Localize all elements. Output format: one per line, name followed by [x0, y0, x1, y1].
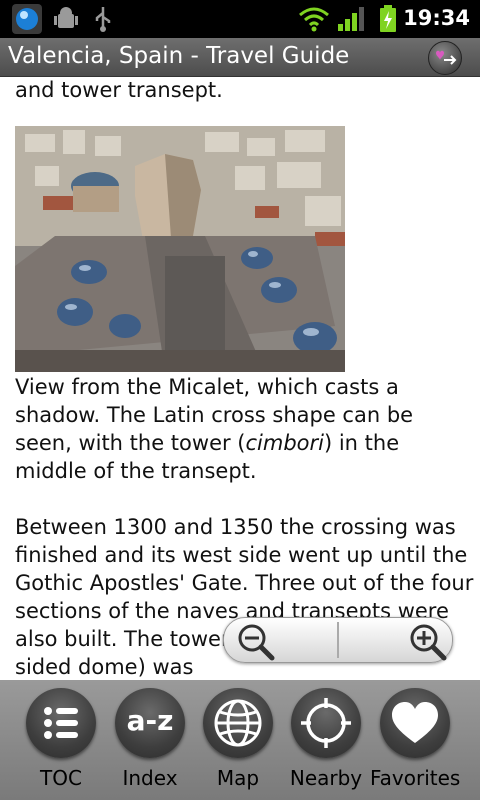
nearby-button[interactable]: Nearby [281, 680, 371, 800]
globe-icon [203, 688, 273, 758]
usb-icon [93, 5, 113, 37]
cathedral-photo [15, 126, 345, 372]
android-debug-icon [54, 6, 78, 36]
app-icon [12, 4, 42, 34]
caption-italic: cimbori [245, 431, 324, 455]
wifi-icon [298, 6, 330, 36]
zoom-in-button[interactable] [338, 618, 452, 662]
clock: 19:34 [403, 6, 470, 30]
status-bar: 19:34 [0, 0, 480, 38]
index-button[interactable]: a-z Index [105, 680, 195, 800]
add-favorite-button[interactable] [428, 41, 462, 75]
list-icon [26, 688, 96, 758]
zoom-out-button[interactable] [224, 618, 338, 662]
map-label: Map [216, 766, 260, 790]
a-z-text: a-z [126, 704, 174, 737]
index-label: Index [122, 766, 178, 790]
nearby-label: Nearby [289, 766, 363, 790]
heart-arrow-icon [436, 50, 457, 65]
zoom-in-icon [410, 624, 447, 661]
photo-caption: View from the Micalet, which casts a sha… [15, 373, 475, 485]
map-button[interactable]: Map [193, 680, 283, 800]
zoom-control [223, 617, 453, 663]
toc-button[interactable]: TOC [16, 680, 106, 800]
article-content[interactable]: and tower transept. View from the Micale… [0, 76, 480, 680]
heart-icon [380, 688, 450, 758]
favorites-button[interactable]: Favorites [370, 680, 460, 800]
toc-label: TOC [40, 766, 82, 790]
favorites-label: Favorites [370, 766, 461, 790]
bottom-toolbar: TOC a-z Index Map Nearby Favorites [0, 680, 480, 800]
title-bar: Valencia, Spain - Travel Guide [0, 38, 480, 77]
paragraph-fragment: and tower transept. [15, 78, 223, 102]
signal-icon [337, 6, 365, 36]
crosshair-icon [291, 688, 361, 758]
battery-charging-icon [378, 5, 398, 37]
zoom-out-icon [238, 624, 275, 661]
page-title: Valencia, Spain - Travel Guide [8, 43, 350, 69]
a-z-icon: a-z [115, 688, 185, 758]
